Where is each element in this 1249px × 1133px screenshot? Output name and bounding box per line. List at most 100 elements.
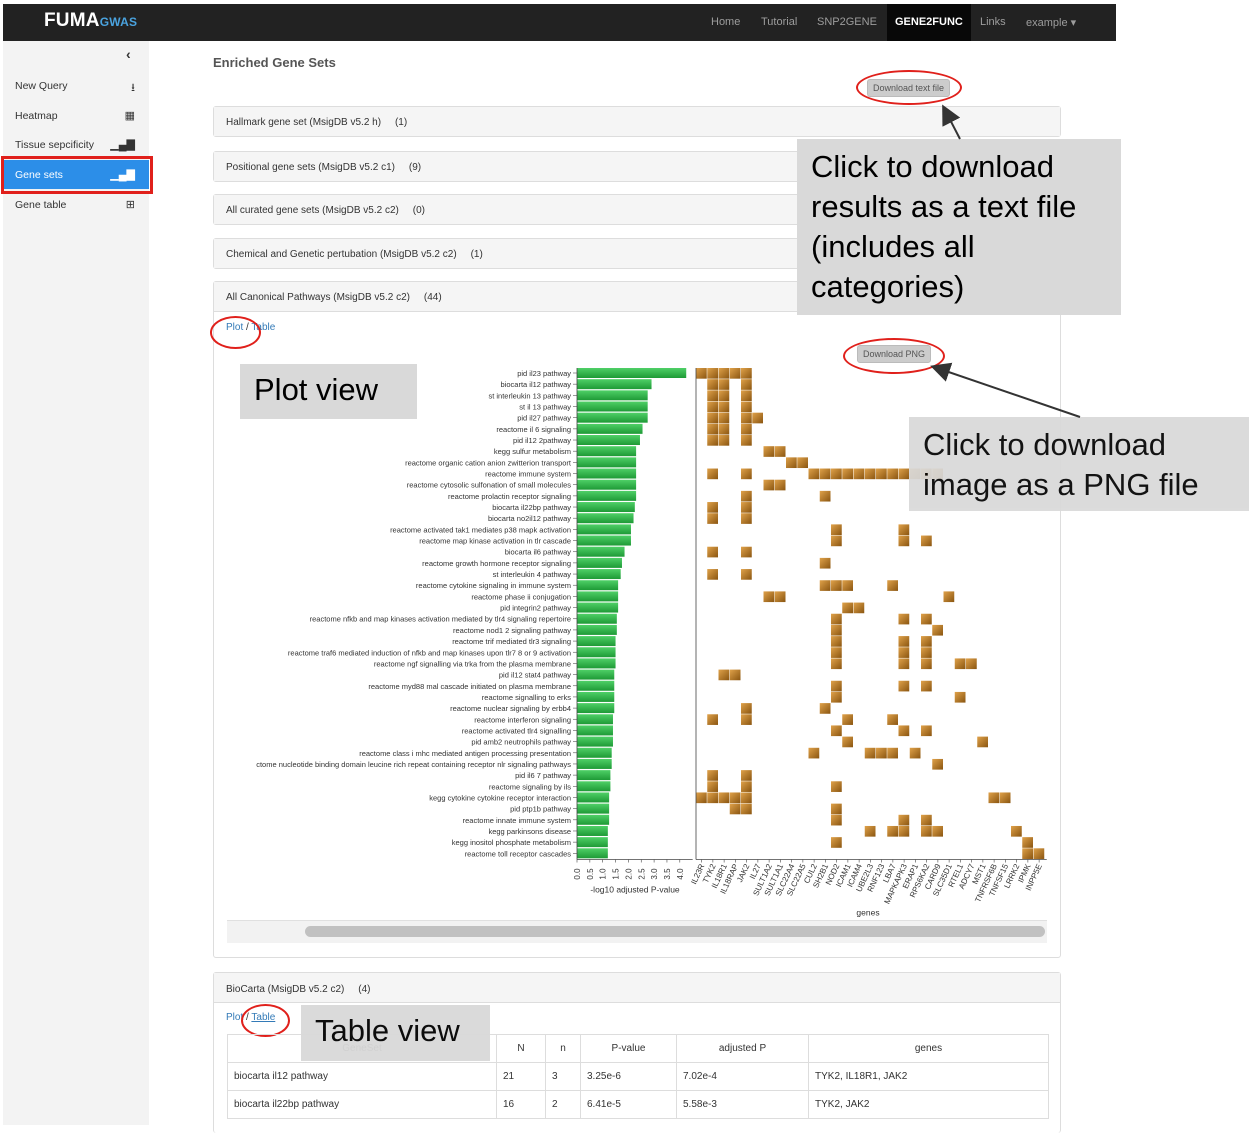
gene-cell <box>741 513 752 524</box>
gene-cell <box>729 368 741 379</box>
gene-cell <box>763 591 775 603</box>
pathway-label: reactome organic cation anion zwitterion… <box>405 458 572 467</box>
gene-cell <box>774 446 786 457</box>
gene-cell <box>741 546 752 558</box>
pathway-label: reactome prolactin receptor signaling <box>448 492 571 501</box>
gene-cell <box>774 479 786 491</box>
gene-cell <box>898 725 910 737</box>
bar <box>577 457 637 468</box>
gene-cell <box>797 457 808 469</box>
gene-cell <box>831 680 842 692</box>
x-tick-label: 4.0 <box>676 868 685 880</box>
gene-cell <box>707 412 718 424</box>
col-N[interactable]: N <box>496 1034 546 1063</box>
col-pvalue[interactable]: P-value <box>580 1034 677 1063</box>
bar <box>577 390 648 401</box>
gene-cell <box>707 502 718 513</box>
panel-count: (4) <box>358 984 371 995</box>
gene-cell <box>831 624 842 636</box>
gene-cell <box>741 390 752 402</box>
gene-cell <box>887 468 898 480</box>
bar <box>577 680 615 691</box>
gene-cell <box>741 412 752 424</box>
bar <box>577 546 625 557</box>
gene-cell <box>729 803 741 815</box>
pathway-label: reactome class i mhc mediated antigen pr… <box>359 749 571 758</box>
gene-cell <box>707 435 718 446</box>
gene-cell <box>763 479 775 491</box>
pathway-label: pid il12 2pathway <box>513 436 571 445</box>
col-adjusted-p[interactable]: adjusted P <box>676 1034 809 1063</box>
panel-header[interactable]: BioCarta (MsigDB v5.2 c2) (4) <box>214 973 1060 1003</box>
gene-cell <box>718 401 730 413</box>
gene-cell <box>786 457 797 469</box>
bar <box>577 848 608 859</box>
scrollbar-thumb[interactable] <box>305 926 1045 937</box>
bar <box>577 602 619 613</box>
gene-cell <box>898 468 910 480</box>
gene-cell <box>707 792 718 804</box>
x-tick-label: 1.5 <box>612 868 621 880</box>
pathway-label: reactome trif mediated tlr3 signaling <box>452 637 571 646</box>
gene-cell <box>853 468 865 480</box>
callout-download-png: Click to download image as a PNG file <box>909 417 1249 511</box>
gene-cell <box>898 535 910 547</box>
bar <box>577 401 648 412</box>
bar <box>577 837 608 848</box>
cell-adjusted-p: 5.58e-3 <box>676 1090 809 1119</box>
gene-cell <box>831 814 842 826</box>
gene-cell <box>842 468 853 480</box>
gene-cell <box>752 412 763 424</box>
gene-cell <box>842 714 853 725</box>
pathway-label: st interleukin 13 pathway <box>488 391 571 400</box>
cell-n: 3 <box>545 1062 581 1091</box>
bar <box>577 379 652 390</box>
cell-N: 21 <box>496 1062 546 1091</box>
gene-cell <box>887 747 898 759</box>
gene-cell <box>831 647 842 658</box>
col-genes[interactable]: genes <box>808 1034 1049 1063</box>
pathway-label: ctome nucleotide binding domain leucine … <box>256 760 571 769</box>
bar <box>577 613 617 624</box>
gene-cell <box>831 781 842 792</box>
gene-cell <box>718 412 730 424</box>
pathway-label: st il 13 pathway <box>519 403 571 412</box>
pathway-label: reactome myd88 mal cascade initiated on … <box>368 682 571 691</box>
pathway-label: reactome nod1 2 signaling pathway <box>453 626 571 635</box>
highlight-oval <box>241 1004 290 1037</box>
cell-pvalue: 3.25e-6 <box>580 1062 677 1091</box>
pathway-label: reactome activated tlr4 signalling <box>462 726 571 735</box>
col-n[interactable]: n <box>545 1034 581 1063</box>
gene-cell <box>921 658 932 670</box>
pathway-label: pid il6 7 pathway <box>515 771 571 780</box>
pathway-label: pid ptp1b pathway <box>510 805 571 814</box>
bar <box>577 423 643 434</box>
gene-cell <box>853 602 865 614</box>
gene-cell <box>729 792 741 804</box>
gene-cell <box>876 747 887 759</box>
bar <box>577 747 612 758</box>
bar <box>577 725 613 736</box>
bar <box>577 792 610 803</box>
gene-cell <box>887 825 898 837</box>
gene-cell <box>831 636 842 647</box>
gene-cell <box>921 535 932 547</box>
pathway-label: reactome cytokine signaling in immune sy… <box>416 581 571 590</box>
gene-cell <box>696 792 707 804</box>
gene-cell <box>741 792 752 804</box>
pathway-label: kegg inositol phosphate metabolism <box>452 838 571 847</box>
gene-cell <box>977 736 988 748</box>
gene-cell <box>718 792 730 804</box>
bar <box>577 479 637 490</box>
gene-cell <box>741 423 752 435</box>
gene-cell <box>707 714 718 725</box>
gene-cell <box>707 569 718 580</box>
pathway-label: reactome il 6 signaling <box>496 425 571 434</box>
gene-cell <box>943 591 955 603</box>
gene-cell <box>718 368 730 379</box>
pathway-label: pid amb2 neutrophils pathway <box>471 738 571 747</box>
gene-cell <box>763 446 775 457</box>
cell-genes: TYK2, IL18R1, JAK2 <box>808 1062 1049 1091</box>
gene-cell <box>718 435 730 446</box>
bar <box>577 524 631 535</box>
